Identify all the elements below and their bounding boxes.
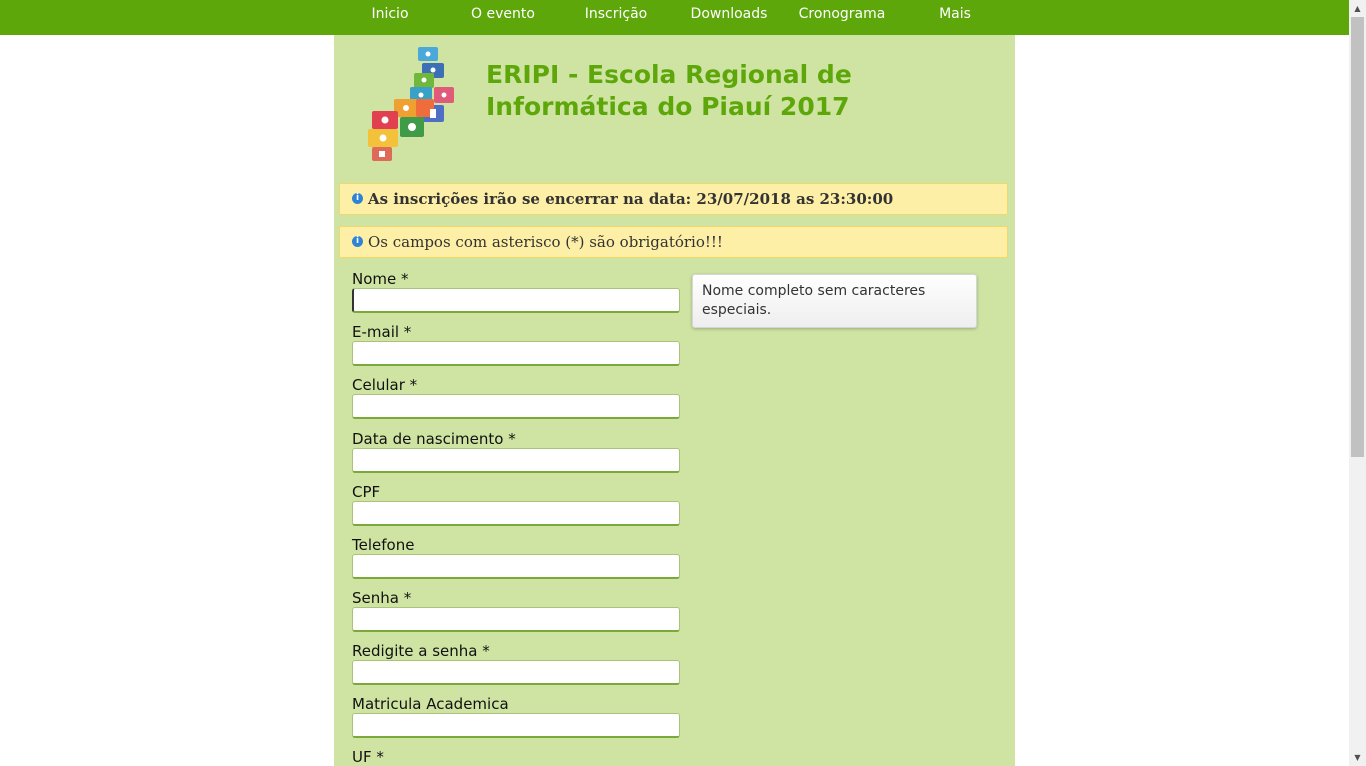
matricula-input[interactable] bbox=[352, 713, 680, 738]
data-nascimento-input[interactable] bbox=[352, 448, 680, 473]
telefone-input[interactable] bbox=[352, 554, 680, 579]
nome-input[interactable] bbox=[352, 288, 680, 313]
celular-label: Celular * bbox=[352, 376, 418, 394]
scroll-up-arrow-icon[interactable]: ▲ bbox=[1349, 0, 1366, 17]
event-logo bbox=[368, 47, 454, 161]
required-fields-notice: i Os campos com asterisco (*) são obriga… bbox=[339, 226, 1008, 258]
cpf-input[interactable] bbox=[352, 501, 680, 526]
scroll-down-arrow-icon[interactable]: ▼ bbox=[1349, 749, 1366, 766]
redigite-senha-label: Redigite a senha * bbox=[352, 642, 490, 660]
closing-date-text: As inscrições irão se encerrar na data: … bbox=[368, 190, 894, 208]
email-input[interactable] bbox=[352, 341, 680, 366]
email-label: E-mail * bbox=[352, 323, 412, 341]
nav-item-inicio[interactable]: Inicio bbox=[354, 0, 426, 28]
nav-item-cronograma[interactable]: Cronograma bbox=[796, 0, 888, 28]
nome-label: Nome * bbox=[352, 270, 409, 288]
main-content: ERIPI - Escola Regional de Informática d… bbox=[334, 35, 1015, 766]
scroll-thumb[interactable] bbox=[1351, 17, 1364, 457]
nav-item-inscricao[interactable]: Inscrição bbox=[576, 0, 656, 28]
nome-hint-tooltip: Nome completo sem caracteres especiais. bbox=[692, 274, 977, 328]
matricula-label: Matricula Academica bbox=[352, 695, 509, 713]
redigite-senha-input[interactable] bbox=[352, 660, 680, 685]
info-icon: i bbox=[352, 193, 363, 204]
telefone-label: Telefone bbox=[352, 536, 415, 554]
nav-item-mais[interactable]: Mais bbox=[928, 0, 982, 28]
nav-item-downloads[interactable]: Downloads bbox=[688, 0, 770, 28]
data-nascimento-label: Data de nascimento * bbox=[352, 430, 516, 448]
site-title: ERIPI - Escola Regional de Informática d… bbox=[486, 60, 852, 121]
info-icon: i bbox=[352, 236, 363, 247]
celular-input[interactable] bbox=[352, 394, 680, 419]
vertical-scrollbar[interactable]: ▲ ▼ bbox=[1349, 0, 1366, 766]
nav-item-o-evento[interactable]: O evento bbox=[463, 0, 543, 28]
closing-date-notice: i As inscrições irão se encerrar na data… bbox=[339, 183, 1008, 215]
senha-input[interactable] bbox=[352, 607, 680, 632]
required-fields-text: Os campos com asterisco (*) são obrigató… bbox=[368, 233, 723, 251]
cpf-label: CPF bbox=[352, 483, 381, 501]
top-navbar: Inicio O evento Inscrição Downloads Cron… bbox=[0, 0, 1349, 35]
senha-label: Senha * bbox=[352, 589, 412, 607]
uf-label: UF * bbox=[352, 748, 384, 766]
